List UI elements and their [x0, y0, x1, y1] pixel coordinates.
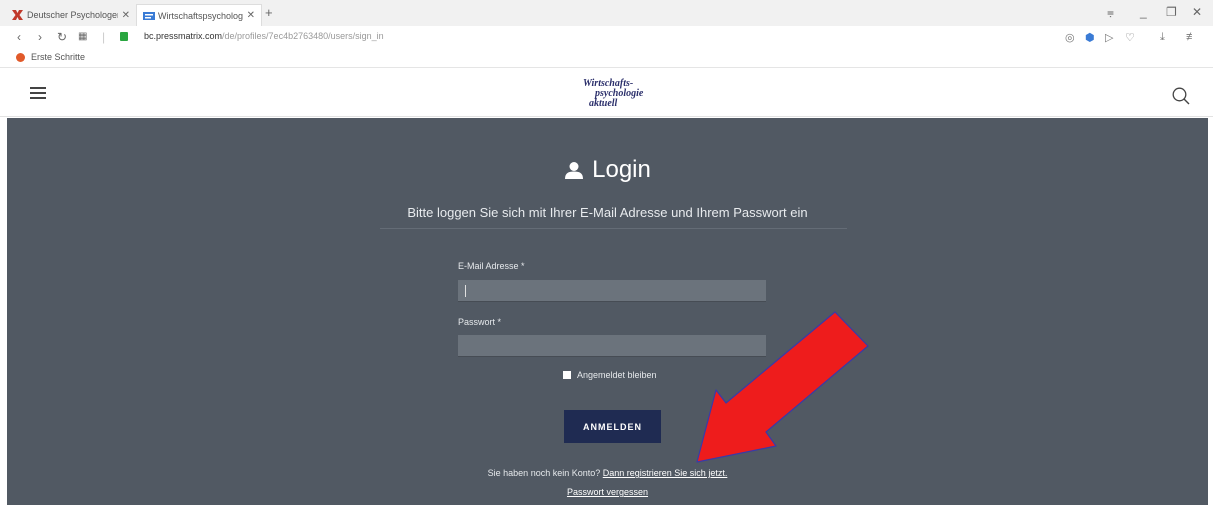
window-close-icon[interactable]: ✕	[1192, 5, 1202, 19]
bookmarks-bar: Erste Schritte	[0, 48, 1213, 68]
bookmark-icon	[16, 52, 25, 62]
send-icon[interactable]: ▷	[1105, 31, 1113, 44]
page-title-text: Login	[592, 156, 651, 183]
login-instructions: Bitte loggen Sie sich mit Ihrer E-Mail A…	[407, 205, 808, 220]
login-button[interactable]: ANMELDEN	[564, 410, 661, 443]
camera-icon[interactable]: ◎	[1065, 31, 1075, 44]
page-title: Login	[7, 156, 1208, 184]
back-icon[interactable]: ‹	[17, 30, 21, 44]
browser-tab-2-active[interactable]: Wirtschaftspsychologie akt ✕	[136, 4, 262, 26]
register-prompt: Sie haben noch kein Konto? Dann registri…	[7, 468, 1208, 478]
new-tab-icon[interactable]: +	[265, 5, 273, 20]
password-field[interactable]	[458, 335, 766, 357]
close-icon[interactable]: ✕	[247, 10, 255, 21]
site-favicon	[143, 11, 155, 21]
x-logo-icon	[12, 10, 23, 20]
tab-label: Deutscher Psychologen-Ve	[27, 10, 118, 20]
tab-label: Wirtschaftspsychologie akt	[158, 10, 243, 21]
register-link[interactable]: Dann registrieren Sie sich jetzt.	[603, 468, 728, 478]
restore-icon[interactable]: ❐	[1166, 5, 1177, 19]
close-icon[interactable]: ✕	[122, 10, 130, 21]
text-caret	[465, 285, 466, 297]
url-path: /de/profiles/7ec4b2763480/users/sign_in	[222, 31, 384, 41]
email-field[interactable]	[458, 280, 766, 302]
forgot-password: Passwort vergessen	[7, 487, 1208, 497]
forward-icon[interactable]: ›	[38, 30, 42, 44]
url-field[interactable]: bc.pressmatrix.com/de/profiles/7ec4b2763…	[144, 31, 384, 41]
site-header: Wirtschafts- psychologie aktuell	[0, 69, 1213, 117]
shield-icon[interactable]: ⬢	[1085, 31, 1095, 44]
easy-setup-icon[interactable]: ≢	[1186, 31, 1197, 43]
bookmark-label: Erste Schritte	[31, 52, 86, 62]
browser-tab-1[interactable]: Deutscher Psychologen-Ve ✕	[6, 4, 136, 26]
register-prefix: Sie haben noch kein Konto?	[487, 468, 601, 478]
url-domain: bc.pressmatrix.com	[144, 31, 223, 41]
minimize-icon[interactable]: _	[1140, 5, 1147, 19]
heart-icon[interactable]: ♡	[1125, 31, 1135, 44]
login-panel: Login Bitte loggen Sie sich mit Ihrer E-…	[7, 118, 1208, 505]
user-icon	[565, 162, 584, 179]
forgot-password-link[interactable]: Passwort vergessen	[567, 487, 648, 497]
remember-me[interactable]: Angemeldet bleiben	[563, 370, 657, 380]
bookmark-item[interactable]: Erste Schritte	[16, 52, 85, 62]
password-label: Passwort *	[458, 317, 502, 327]
reload-icon[interactable]: ↻	[57, 30, 67, 44]
search-icon[interactable]	[1172, 87, 1190, 105]
lock-icon[interactable]	[120, 32, 128, 41]
site-logo[interactable]: Wirtschafts- psychologie aktuell	[575, 77, 655, 111]
remember-label: Angemeldet bleiben	[577, 370, 657, 380]
divider	[380, 228, 847, 229]
menu-icon[interactable]	[30, 87, 46, 99]
logo-line-3: aktuell	[589, 98, 618, 109]
speed-dial-icon[interactable]: ▦	[78, 31, 87, 42]
remember-checkbox[interactable]	[563, 371, 571, 379]
address-bar: ‹ › ↻ ▦ | bc.pressmatrix.com/de/profiles…	[0, 26, 1213, 48]
browser-tab-bar: Deutscher Psychologen-Ve ✕ Wirtschaftsps…	[0, 0, 1213, 26]
tab-menu-icon[interactable]: ⩦	[1107, 5, 1114, 20]
download-icon[interactable]: ⤓	[1160, 31, 1165, 44]
email-label: E-Mail Adresse *	[458, 261, 525, 271]
separator: |	[102, 30, 106, 44]
